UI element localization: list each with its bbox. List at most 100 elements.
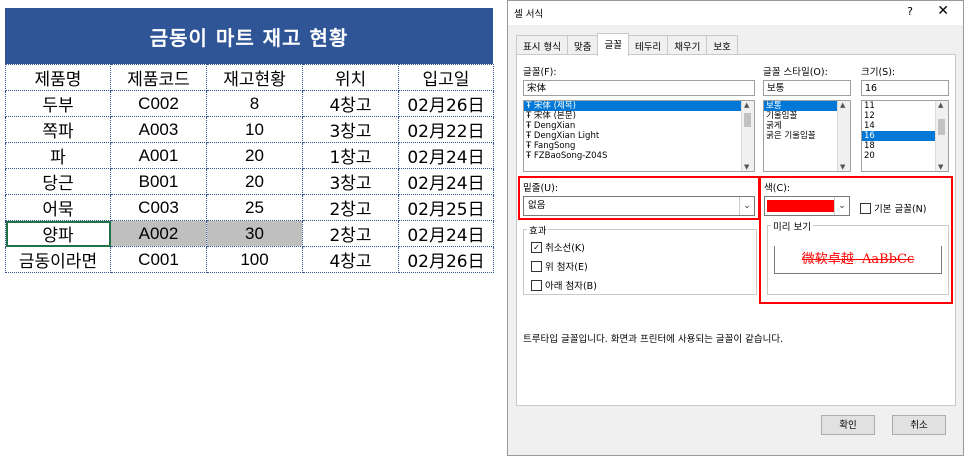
cell[interactable]: 두부 — [5, 90, 111, 117]
cell[interactable]: 2창고 — [302, 194, 399, 221]
style-label: 글꼴 스타일(O): — [763, 67, 828, 78]
scroll-up-icon[interactable]: ▲ — [938, 101, 943, 109]
font-list-scrollbar[interactable]: ▲ ▼ — [741, 101, 754, 171]
scroll-down-icon[interactable]: ▼ — [840, 163, 845, 171]
cell[interactable]: 1창고 — [302, 142, 399, 169]
cell[interactable]: 100 — [206, 246, 303, 273]
scroll-thumb[interactable] — [744, 113, 751, 127]
size-list-scrollbar[interactable]: ▲ ▼ — [935, 101, 948, 171]
table-row: 금동이라면 C001 100 4창고 02月26日 — [5, 246, 494, 273]
dialog-tabs: 표시 형식 맞춤 글꼴 테두리 채우기 보호 — [516, 33, 738, 56]
cell[interactable]: 3창고 — [302, 116, 399, 143]
cell[interactable]: 02月24日 — [398, 142, 494, 169]
cell[interactable]: 02月24日 — [398, 220, 494, 247]
cell[interactable]: 금동이라면 — [5, 246, 111, 273]
color-picker[interactable]: ⌄ — [764, 196, 850, 216]
tab-font[interactable]: 글꼴 — [597, 33, 629, 56]
cell[interactable]: C001 — [110, 246, 207, 273]
preview-label: 미리 보기 — [771, 219, 813, 233]
cell[interactable]: 4창고 — [302, 90, 399, 117]
chevron-down-icon: ⌄ — [834, 197, 849, 215]
help-button[interactable]: ? — [907, 5, 913, 18]
style-list[interactable]: 보통 기울임꼴 굵게 굵은 기울임꼴 ▲ ▼ — [763, 100, 851, 172]
normal-font-checkbox[interactable]: 기본 글꼴(N) — [860, 201, 927, 215]
cell[interactable]: 4창고 — [302, 246, 399, 273]
style-list-scrollbar[interactable]: ▲ ▼ — [837, 101, 850, 171]
format-cells-dialog: 셀 서식 ? ✕ 표시 형식 맞춤 글꼴 테두리 채우기 보호 글꼴(F): 宋… — [507, 0, 964, 456]
cell[interactable]: B001 — [110, 168, 207, 195]
size-list[interactable]: 11 12 14 16 18 20 ▲ ▼ — [861, 100, 949, 172]
cell-highlighted[interactable]: 30 — [206, 220, 303, 247]
ok-button[interactable]: 확인 — [821, 415, 875, 435]
cell[interactable]: 어묵 — [5, 194, 111, 221]
cell[interactable]: A003 — [110, 116, 207, 143]
spreadsheet: 금동이 마트 재고 현황 제품명 제품코드 재고현황 위치 입고일 두부 C00… — [5, 8, 494, 273]
close-icon[interactable]: ✕ — [937, 3, 949, 19]
cell[interactable]: 02月26日 — [398, 246, 494, 273]
table-row: 어묵 C003 25 2창고 02月25日 — [5, 194, 494, 221]
check-icon: ✓ — [531, 241, 542, 253]
cell[interactable]: 8 — [206, 90, 303, 117]
header-cell[interactable]: 제품코드 — [110, 64, 207, 91]
list-item[interactable]: Ŧ FZBaoSong-Z04S — [524, 151, 754, 161]
strikethrough-checkbox[interactable]: ✓ 취소선(K) — [531, 240, 585, 254]
tab-border[interactable]: 테두리 — [627, 35, 669, 56]
header-cell[interactable]: 입고일 — [398, 64, 494, 91]
scroll-down-icon[interactable]: ▼ — [938, 163, 943, 171]
preview-group: 微软卓越 AaBbCc — [767, 225, 949, 295]
cell[interactable]: 3창고 — [302, 168, 399, 195]
cell[interactable]: 파 — [5, 142, 111, 169]
underline-select[interactable]: 없음 ⌄ — [523, 196, 755, 216]
style-input[interactable]: 보통 — [763, 80, 851, 96]
cell-highlighted[interactable]: A002 — [110, 220, 207, 247]
cell[interactable]: 02月26日 — [398, 90, 494, 117]
tab-number[interactable]: 표시 형식 — [516, 35, 568, 56]
cell[interactable]: 쪽파 — [5, 116, 111, 143]
subscript-checkbox[interactable]: 아래 첨자(B) — [531, 278, 597, 292]
tab-alignment[interactable]: 맞춤 — [566, 35, 599, 56]
table-row: 두부 C002 8 4창고 02月26日 — [5, 90, 494, 117]
header-cell[interactable]: 재고현황 — [206, 64, 303, 91]
scroll-up-icon[interactable]: ▲ — [840, 101, 845, 109]
effects-label: 효과 — [527, 223, 549, 237]
font-tab-panel: 글꼴(F): 宋体 Ŧ 宋体 (제목) Ŧ 宋体 (본문) Ŧ DengXian… — [516, 54, 956, 406]
cell[interactable]: C003 — [110, 194, 207, 221]
cell[interactable]: 02月22日 — [398, 116, 494, 143]
list-item[interactable]: Ŧ DengXian Light — [524, 131, 754, 141]
cell[interactable]: 20 — [206, 168, 303, 195]
header-row: 제품명 제품코드 재고현황 위치 입고일 — [5, 64, 494, 91]
sheet-title[interactable]: 금동이 마트 재고 현황 — [5, 8, 493, 64]
header-cell[interactable]: 위치 — [302, 64, 399, 91]
cell[interactable]: 당근 — [5, 168, 111, 195]
cell-active[interactable]: 양파 — [5, 220, 111, 247]
list-item[interactable]: Ŧ 宋体 (제목) — [524, 101, 754, 111]
underline-label: 밑줄(U): — [523, 183, 559, 194]
table-row: 쪽파 A003 10 3창고 02月22日 — [5, 116, 494, 143]
header-cell[interactable]: 제품명 — [5, 64, 111, 91]
tab-fill[interactable]: 채우기 — [667, 35, 708, 56]
scroll-up-icon[interactable]: ▲ — [744, 101, 749, 109]
list-item[interactable]: Ŧ DengXian — [524, 121, 754, 131]
cell[interactable]: 02月25日 — [398, 194, 494, 221]
color-label: 색(C): — [764, 183, 790, 194]
tab-protection[interactable]: 보호 — [706, 35, 738, 56]
scroll-thumb[interactable] — [938, 119, 945, 135]
list-item[interactable]: Ŧ 宋体 (본문) — [524, 111, 754, 121]
font-list[interactable]: Ŧ 宋体 (제목) Ŧ 宋体 (본문) Ŧ DengXian Ŧ DengXia… — [523, 100, 755, 172]
cell[interactable]: 20 — [206, 142, 303, 169]
cell[interactable]: 2창고 — [302, 220, 399, 247]
dialog-titlebar: 셀 서식 ? ✕ — [508, 1, 963, 25]
scroll-down-icon[interactable]: ▼ — [744, 163, 749, 171]
cell[interactable]: C002 — [110, 90, 207, 117]
list-item[interactable]: Ŧ FangSong — [524, 141, 754, 151]
cell[interactable]: 25 — [206, 194, 303, 221]
font-input[interactable]: 宋体 — [523, 80, 755, 96]
size-input[interactable]: 16 — [861, 80, 949, 96]
color-swatch — [767, 200, 835, 212]
cell[interactable]: A001 — [110, 142, 207, 169]
superscript-checkbox[interactable]: 위 첨자(E) — [531, 259, 588, 273]
cell[interactable]: 02月24日 — [398, 168, 494, 195]
table-row: 파 A001 20 1창고 02月24日 — [5, 142, 494, 169]
cell[interactable]: 10 — [206, 116, 303, 143]
cancel-button[interactable]: 취소 — [892, 415, 946, 435]
